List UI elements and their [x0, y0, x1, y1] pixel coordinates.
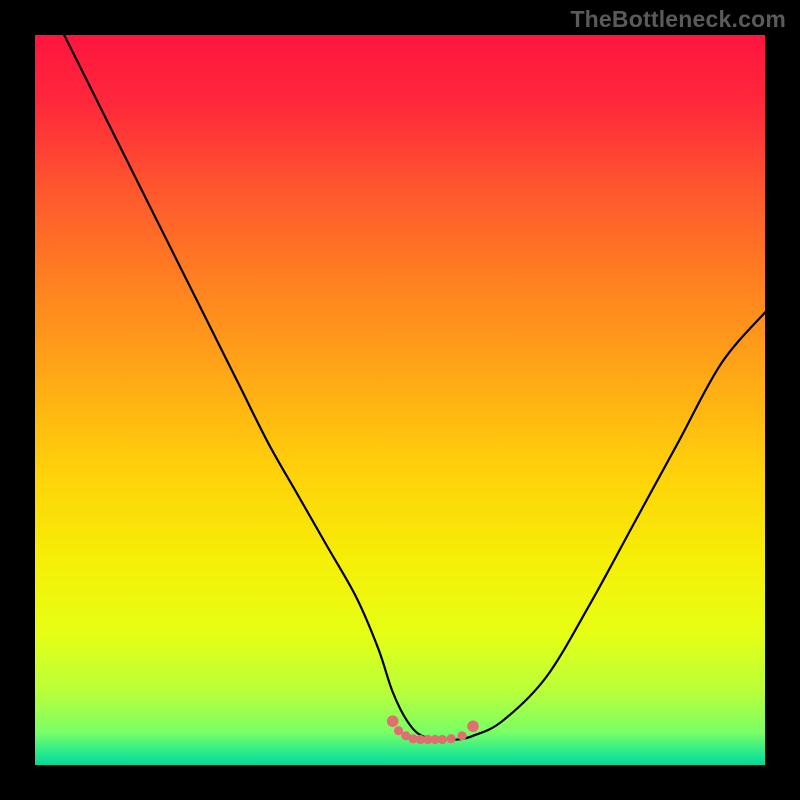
marker-dot [387, 715, 399, 727]
flat-segment-markers [387, 715, 479, 744]
watermark-text: TheBottleneck.com [570, 6, 786, 33]
plot-area [35, 35, 765, 765]
marker-dot [438, 735, 447, 744]
marker-dot [467, 721, 479, 733]
marker-dot [457, 731, 466, 740]
chart-frame: TheBottleneck.com [0, 0, 800, 800]
marker-dot [447, 734, 456, 743]
bottleneck-curve [35, 35, 765, 765]
